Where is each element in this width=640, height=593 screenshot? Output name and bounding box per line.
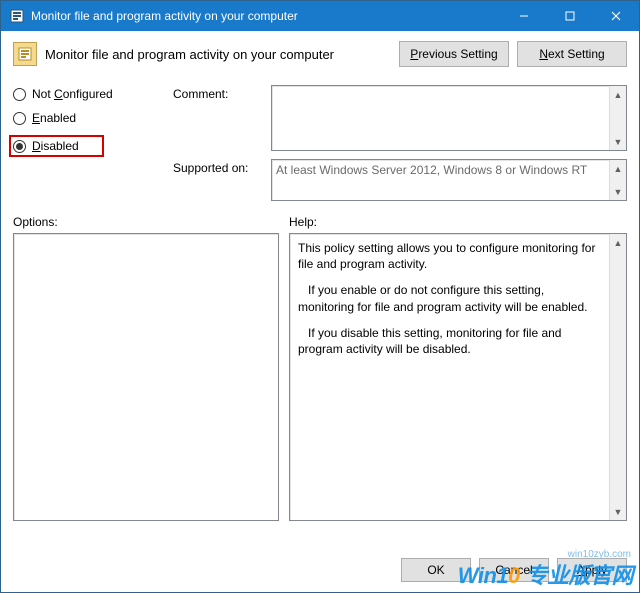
scroll-down-icon[interactable]: ▼ [610, 133, 626, 150]
previous-setting-button[interactable]: Previous Setting [399, 41, 509, 67]
comment-input[interactable] [272, 86, 609, 150]
pane-labels: Options: Help: [13, 215, 627, 229]
supported-box: At least Windows Server 2012, Windows 8 … [271, 159, 627, 201]
header-row: Monitor file and program activity on you… [13, 41, 627, 67]
config-row: Not Configured Enabled Disabled Comment: [13, 85, 627, 201]
fields: Comment: ▲ ▼ Supported on: At least Wind… [173, 85, 627, 201]
scrollbar[interactable]: ▲ ▼ [609, 234, 626, 520]
titlebar[interactable]: Monitor file and program activity on you… [1, 1, 639, 31]
nav-buttons: Previous Setting Next Setting [399, 41, 627, 67]
options-pane [13, 233, 279, 521]
app-icon [9, 8, 25, 24]
window-body: Monitor file and program activity on you… [1, 31, 639, 592]
radio-not-configured[interactable]: Not Configured [13, 87, 163, 101]
options-content [14, 234, 278, 520]
ok-button[interactable]: OK [401, 558, 471, 582]
supported-text: At least Windows Server 2012, Windows 8 … [272, 160, 609, 200]
dialog-buttons: OK Cancel Apply [13, 552, 627, 584]
maximize-button[interactable] [547, 1, 593, 31]
minimize-button[interactable] [501, 1, 547, 31]
highlight-disabled: Disabled [9, 135, 104, 157]
window-buttons [501, 1, 639, 31]
help-paragraph: This policy setting allows you to config… [298, 240, 601, 272]
watermark-url: win10zyb.com [568, 549, 631, 560]
scroll-up-icon[interactable]: ▲ [610, 160, 626, 177]
help-content: This policy setting allows you to config… [290, 234, 609, 520]
policy-icon [13, 42, 37, 66]
help-label: Help: [289, 215, 317, 229]
next-setting-button[interactable]: Next Setting [517, 41, 627, 67]
options-label: Options: [13, 215, 289, 229]
comment-box: ▲ ▼ [271, 85, 627, 151]
apply-button[interactable]: Apply [557, 558, 627, 582]
supported-row: Supported on: At least Windows Server 20… [173, 159, 627, 201]
comment-label: Comment: [173, 85, 263, 151]
scrollbar[interactable]: ▲ ▼ [609, 86, 626, 150]
window-title: Monitor file and program activity on you… [31, 9, 501, 23]
page-title: Monitor file and program activity on you… [45, 47, 334, 62]
radio-icon [13, 88, 26, 101]
radio-icon [13, 112, 26, 125]
help-pane: This policy setting allows you to config… [289, 233, 627, 521]
scroll-up-icon[interactable]: ▲ [610, 86, 626, 103]
cancel-button[interactable]: Cancel [479, 558, 549, 582]
state-radios: Not Configured Enabled Disabled [13, 85, 163, 201]
radio-icon [13, 140, 26, 153]
scrollbar[interactable]: ▲ ▼ [609, 160, 626, 200]
help-paragraph: If you enable or do not configure this s… [298, 282, 601, 314]
scroll-up-icon[interactable]: ▲ [610, 234, 626, 251]
window: Monitor file and program activity on you… [0, 0, 640, 593]
radio-enabled[interactable]: Enabled [13, 111, 163, 125]
help-paragraph: If you disable this setting, monitoring … [298, 325, 601, 357]
panes: This policy setting allows you to config… [13, 233, 627, 542]
scroll-down-icon[interactable]: ▼ [610, 183, 626, 200]
comment-row: Comment: ▲ ▼ [173, 85, 627, 151]
close-button[interactable] [593, 1, 639, 31]
radio-disabled[interactable]: Disabled [13, 139, 79, 153]
scroll-down-icon[interactable]: ▼ [610, 503, 626, 520]
supported-label: Supported on: [173, 159, 263, 201]
